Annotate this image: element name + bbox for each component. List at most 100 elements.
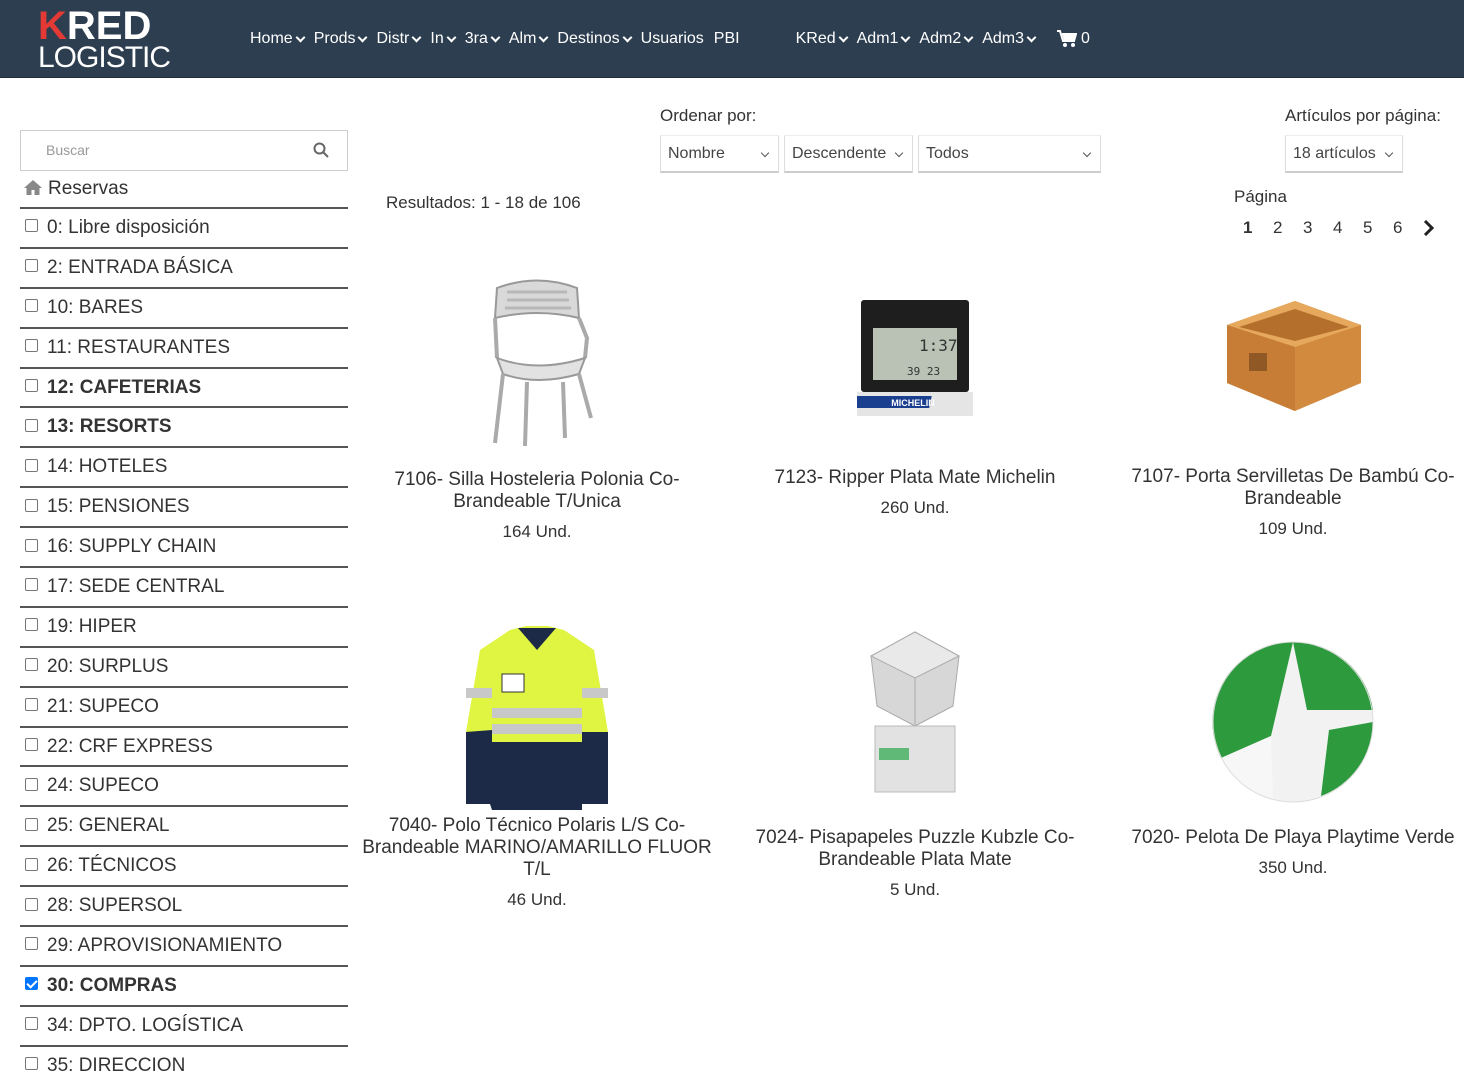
reserva-filter-item[interactable]: 12: CAFETERIAS — [20, 369, 348, 409]
nav-label: Usuarios — [640, 30, 704, 47]
per-page-value: 18 artículos — [1293, 144, 1376, 162]
product-card[interactable]: 7020- Pelota De Playa Playtime Verde 350… — [1113, 640, 1464, 878]
nav-usuarios[interactable]: Usuarios — [641, 30, 704, 48]
product-image-weather-station[interactable]: 1:37 39 23 MICHELIN — [849, 296, 973, 420]
kred-logistic-logo[interactable]: KRED LOGISTIC — [38, 6, 171, 73]
search-input[interactable] — [46, 142, 296, 158]
page-link[interactable]: 3 — [1303, 218, 1333, 238]
product-card[interactable]: 7106- Silla Hosteleria Polonia Co-Brande… — [357, 278, 717, 542]
product-image-polo-shirt[interactable] — [462, 624, 612, 812]
nav-in[interactable]: In — [430, 30, 457, 48]
reserva-filter-item[interactable]: 25: GENERAL — [20, 807, 348, 848]
nav-pbi[interactable]: PBI — [714, 30, 740, 48]
reserva-filter-item[interactable]: 34: DPTO. LOGÍSTICA — [20, 1007, 348, 1047]
product-image-bamboo-box[interactable] — [1221, 295, 1365, 415]
page-link[interactable]: 2 — [1273, 218, 1303, 238]
product-image-beach-ball[interactable] — [1211, 640, 1375, 804]
page-link[interactable]: 6 — [1393, 218, 1423, 238]
reserva-filter-item[interactable]: 19: HIPER — [20, 608, 348, 648]
page-link[interactable]: 5 — [1363, 218, 1393, 238]
checkbox[interactable] — [25, 618, 38, 632]
product-name[interactable]: 7106- Silla Hosteleria Polonia Co-Brande… — [357, 469, 717, 513]
checkbox[interactable] — [25, 339, 38, 353]
product-card[interactable]: 7040- Polo Técnico Polaris L/S Co-Brande… — [357, 624, 717, 910]
product-image-puzzle-cube[interactable] — [867, 630, 963, 794]
product-name[interactable]: 7020- Pelota De Playa Playtime Verde — [1113, 827, 1464, 849]
nav-adm1[interactable]: Adm1 — [857, 30, 911, 48]
product-card[interactable]: 1:37 39 23 MICHELIN 7123- Ripper Plata M… — [735, 296, 1095, 518]
reservas-header[interactable]: Reservas — [20, 171, 348, 209]
per-page-select[interactable]: 18 artículos — [1285, 135, 1403, 173]
checkbox-checked[interactable] — [25, 977, 38, 991]
reserva-filter-item[interactable]: 28: SUPERSOL — [20, 887, 348, 928]
reserva-filter-item[interactable]: 0: Libre disposición — [20, 209, 348, 249]
checkbox[interactable] — [25, 857, 38, 871]
checkbox[interactable] — [25, 738, 38, 752]
checkbox[interactable] — [25, 538, 38, 552]
checkbox[interactable] — [25, 817, 38, 831]
reserva-filter-item[interactable]: 26: TÉCNICOS — [20, 847, 348, 888]
reserva-filter-item[interactable]: 11: RESTAURANTES — [20, 329, 348, 369]
product-name[interactable]: 7123- Ripper Plata Mate Michelin — [735, 467, 1095, 489]
checkbox[interactable] — [25, 658, 38, 672]
checkbox[interactable] — [25, 299, 38, 313]
reserva-filter-item[interactable]: 14: HOTELES — [20, 448, 348, 489]
nav-home[interactable]: Home — [250, 30, 306, 48]
nav-kred[interactable]: KRed — [796, 30, 849, 48]
nav-adm3[interactable]: Adm3 — [982, 30, 1037, 48]
chevron-down-icon — [1026, 32, 1037, 42]
product-quantity: 46 Und. — [507, 890, 567, 909]
reserva-filter-item[interactable]: 24: SUPECO — [20, 767, 348, 808]
product-name[interactable]: 7107- Porta Servilletas De Bambú Co-Bran… — [1113, 466, 1464, 510]
page-link[interactable]: 1 — [1243, 218, 1273, 238]
chevron-down-icon — [838, 32, 849, 42]
reserva-filter-item[interactable]: 2: ENTRADA BÁSICA — [20, 249, 348, 289]
product-image-chair[interactable] — [467, 278, 607, 448]
product-card[interactable]: 7107- Porta Servilletas De Bambú Co-Bran… — [1113, 295, 1464, 539]
svg-text:39 23: 39 23 — [907, 365, 940, 378]
cart-button[interactable]: 0 — [1057, 30, 1090, 48]
checkbox[interactable] — [25, 698, 38, 712]
reserva-filter-item[interactable]: 17: SEDE CENTRAL — [20, 568, 348, 608]
sort-field-select[interactable]: Nombre — [660, 135, 779, 173]
nav-adm2[interactable]: Adm2 — [919, 30, 974, 48]
checkbox[interactable] — [25, 219, 38, 233]
nav-3ra[interactable]: 3ra — [465, 30, 501, 48]
nav-prods[interactable]: Prods — [314, 30, 368, 48]
reserva-filter-item[interactable]: 10: BARES — [20, 289, 348, 329]
checkbox[interactable] — [25, 1017, 38, 1031]
shopping-cart-icon — [1057, 30, 1078, 47]
reserva-filter-item[interactable]: 22: CRF EXPRESS — [20, 728, 348, 768]
reserva-filter-item[interactable]: 16: SUPPLY CHAIN — [20, 528, 348, 569]
reserva-filter-item[interactable]: 21: SUPECO — [20, 688, 348, 728]
product-card[interactable]: 7024- Pisapapeles Puzzle Kubzle Co-Brand… — [735, 630, 1095, 900]
page-link[interactable]: 4 — [1333, 218, 1363, 238]
sort-direction-value: Descendente — [792, 144, 887, 162]
checkbox[interactable] — [25, 578, 38, 592]
sort-direction-select[interactable]: Descendente — [784, 135, 913, 173]
reserva-filter-item[interactable]: 35: DIRECCION — [20, 1047, 348, 1083]
chevron-right-icon[interactable] — [1423, 220, 1435, 236]
nav-destinos[interactable]: Destinos — [557, 30, 633, 48]
checkbox[interactable] — [25, 897, 38, 911]
checkbox[interactable] — [25, 777, 38, 791]
reserva-filter-item[interactable]: 30: COMPRAS — [20, 967, 348, 1007]
checkbox[interactable] — [25, 937, 38, 951]
product-name[interactable]: 7040- Polo Técnico Polaris L/S Co-Brande… — [357, 815, 717, 881]
checkbox[interactable] — [25, 379, 38, 392]
product-name[interactable]: 7024- Pisapapeles Puzzle Kubzle Co-Brand… — [735, 827, 1095, 871]
nav-alm[interactable]: Alm — [509, 30, 549, 48]
checkbox[interactable] — [25, 418, 38, 432]
search-icon[interactable] — [313, 142, 329, 158]
checkbox[interactable] — [25, 498, 38, 512]
reserva-filter-label: 30: COMPRAS — [47, 974, 177, 996]
checkbox[interactable] — [25, 1057, 38, 1071]
reserva-filter-item[interactable]: 15: PENSIONES — [20, 488, 348, 529]
reserva-filter-item[interactable]: 29: APROVISIONAMIENTO — [20, 927, 348, 967]
checkbox[interactable] — [25, 458, 38, 472]
checkbox[interactable] — [25, 259, 38, 273]
filter-select[interactable]: Todos — [918, 135, 1101, 173]
reserva-filter-item[interactable]: 20: SURPLUS — [20, 648, 348, 688]
reserva-filter-item[interactable]: 13: RESORTS — [20, 408, 348, 449]
nav-distr[interactable]: Distr — [376, 30, 422, 48]
